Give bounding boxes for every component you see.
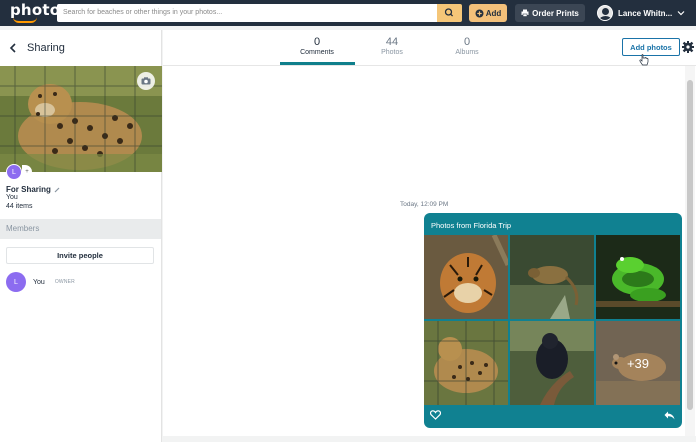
tab-comments-label: Comments	[300, 49, 334, 56]
album-sidebar: Sharing L + For Sharing You 44 items Mem…	[0, 30, 162, 442]
tab-photos[interactable]: 44 Photos	[355, 36, 429, 64]
photo-thumbnail[interactable]	[424, 321, 508, 405]
photo-thumbnail-more[interactable]: +39	[596, 321, 680, 405]
member-avatar: L	[6, 272, 26, 292]
horizontal-scroll-area	[163, 436, 696, 442]
tab-albums[interactable]: 0 Albums	[430, 36, 504, 64]
search-button[interactable]	[437, 4, 462, 22]
more-photos-count: +39	[596, 321, 680, 405]
add-button[interactable]: Add	[469, 4, 507, 22]
chevron-down-icon	[677, 11, 685, 16]
user-avatar	[597, 5, 613, 21]
back-arrow-icon[interactable]	[9, 43, 17, 53]
tab-albums-label: Albums	[455, 49, 479, 56]
change-cover-button[interactable]	[137, 72, 155, 90]
photo-thumbnail[interactable]	[596, 235, 680, 319]
member-row: L You OWNER	[6, 272, 75, 292]
logo-smile-icon	[13, 17, 37, 23]
tab-photos-count: 44	[385, 36, 399, 48]
card-title: Photos from Florida Trip	[431, 221, 512, 230]
main-panel: 0 Comments 44 Photos 0 Albums Add photos	[163, 30, 696, 442]
photo-thumbnail[interactable]	[424, 235, 508, 319]
photo-thumbnail[interactable]	[510, 235, 594, 319]
heart-icon[interactable]	[430, 410, 441, 420]
top-navigation-bar: photos Search for beaches or other thing…	[0, 0, 696, 26]
user-name: Lance Whitn...	[618, 8, 673, 18]
tab-albums-count: 0	[463, 36, 471, 48]
add-button-label: Add	[485, 8, 502, 18]
tab-bar: 0 Comments 44 Photos 0 Albums Add photos	[163, 30, 696, 66]
pencil-icon[interactable]	[54, 187, 60, 193]
hand-cursor-icon	[639, 54, 649, 66]
member-name: You	[33, 278, 45, 286]
search-icon	[444, 8, 454, 17]
invite-people-button[interactable]: Invite people	[6, 247, 154, 264]
page-title: Sharing	[27, 42, 65, 54]
sidebar-header: Sharing	[0, 30, 161, 66]
tab-comments-count: 0	[313, 36, 321, 48]
photo-thumbnail[interactable]	[510, 321, 594, 405]
card-footer	[424, 406, 682, 428]
add-photos-button[interactable]: Add photos	[622, 38, 680, 56]
member-role-badge: OWNER	[54, 279, 75, 285]
camera-icon	[141, 77, 151, 85]
search-input[interactable]: Search for beaches or other things in yo…	[57, 4, 437, 22]
tab-photos-label: Photos	[381, 49, 403, 56]
order-prints-button[interactable]: Order Prints	[515, 4, 585, 22]
plus-circle-icon	[475, 9, 484, 17]
gear-icon[interactable]	[682, 41, 694, 53]
album-owner: You	[6, 194, 18, 201]
members-heading: Members	[0, 219, 161, 239]
scrollbar-thumb[interactable]	[687, 80, 693, 410]
reply-icon[interactable]	[664, 411, 675, 420]
order-prints-label: Order Prints	[532, 8, 579, 18]
printer-icon	[521, 9, 529, 17]
album-item-count: 44 items	[6, 203, 33, 210]
owner-avatar: L	[6, 164, 22, 180]
album-name[interactable]: For Sharing	[6, 185, 60, 194]
message-timestamp: Today, 12:09 PM	[400, 201, 449, 208]
album-name-text: For Sharing	[6, 185, 51, 194]
active-tab-indicator	[280, 62, 355, 65]
photo-grid: +39	[424, 235, 682, 406]
user-menu[interactable]: Lance Whitn...	[597, 3, 685, 23]
more-members-indicator: +	[22, 165, 32, 179]
tab-comments[interactable]: 0 Comments	[280, 36, 354, 64]
shared-photos-card[interactable]: Photos from Florida Trip +39	[424, 213, 682, 428]
